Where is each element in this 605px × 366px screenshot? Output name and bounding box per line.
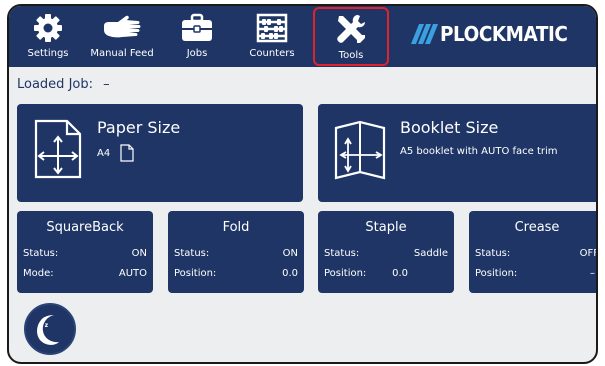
loaded-job-label: Loaded Job: [17,77,93,92]
nav-counters[interactable]: Counters [245,9,299,65]
nav-jobs[interactable]: Jobs [174,9,220,65]
nav-counters-label: Counters [249,48,295,59]
sleep-button[interactable]: z z [24,303,76,355]
crease-status-value: OFF [579,248,598,259]
staple-position-row: Position: 0.0 [324,268,448,279]
loaded-job-value: – [103,77,110,92]
gear-icon [34,14,62,42]
fold-position-value: 0.0 [282,268,298,279]
top-nav-bar: Settings Manual Feed Jobs Counters Tools… [9,6,596,67]
nav-manual-feed-label: Manual Feed [90,48,154,59]
abacus-icon [256,13,288,43]
fold-position-label: Position: [174,268,217,279]
staple-card[interactable]: Staple Status: Saddle Position: 0.0 [318,211,454,293]
booklet-size-title: Booklet Size [400,118,499,137]
nav-jobs-label: Jobs [186,48,208,59]
fold-card[interactable]: Fold Status: ON Position: 0.0 [168,211,304,293]
nav-settings-label: Settings [27,48,69,59]
page-icon [120,144,134,162]
sleep-moon-icon: z z [37,315,59,345]
squareback-status-label: Status: [23,248,59,259]
logo-slashes [410,24,438,44]
squareback-status-row: Status: ON [23,248,147,259]
nav-tools-label: Tools [338,50,364,61]
crease-position-row: Position: – [475,268,596,279]
staple-status-value: Saddle [413,248,448,259]
squareback-status-value: ON [131,248,147,259]
fold-title: Fold [222,220,250,235]
paper-size-card[interactable]: Paper Size A4 [17,104,303,202]
staple-position-value: 0.0 [392,268,408,279]
crease-status-row: Status: OFF [475,248,598,259]
crease-title: Crease [514,220,560,235]
fold-status-label: Status: [174,248,210,259]
crease-status-label: Status: [475,248,511,259]
squareback-mode-label: Mode: [23,268,54,279]
paper-size-icon [34,119,82,179]
sleep-z-glyph: z z [39,322,49,329]
staple-status-row: Status: Saddle [324,248,448,259]
device-screen: Settings Manual Feed Jobs Counters Tools… [7,4,598,364]
fold-status-value: ON [282,248,298,259]
squareback-mode-row: Mode: AUTO [23,268,147,279]
nav-settings[interactable]: Settings [19,9,77,65]
paper-size-title: Paper Size [97,118,181,137]
staple-position-label: Position: [324,268,367,279]
squareback-mode-value: AUTO [118,268,147,279]
nav-manual-feed[interactable]: Manual Feed [83,9,161,65]
paper-size-text: A4 [97,147,111,159]
crease-position-label: Position: [475,268,518,279]
squareback-card[interactable]: SquareBack Status: ON Mode: AUTO [17,211,153,293]
staple-title: Staple [365,220,407,235]
briefcase-icon [182,13,212,41]
fold-status-row: Status: ON [174,248,298,259]
logo-text: PLOCKMATIC [439,22,568,46]
crease-card[interactable]: Crease Status: OFF Position: – [469,211,598,293]
plockmatic-logo: PLOCKMATIC [410,22,578,46]
staple-status-label: Status: [324,248,360,259]
hand-icon [104,15,141,38]
booklet-size-card[interactable]: Booklet Size A5 booklet with AUTO face t… [318,104,596,202]
paper-size-value: A4 [97,144,134,162]
fold-position-row: Position: 0.0 [174,268,298,279]
wrench-screwdriver-icon [337,15,365,43]
nav-tools[interactable]: Tools [313,7,389,66]
booklet-size-icon [334,120,386,180]
booklet-size-value: A5 booklet with AUTO face trim [400,146,558,157]
crease-position-value: – [590,268,595,279]
squareback-title: SquareBack [46,220,124,235]
loaded-job: Loaded Job: – [17,77,110,92]
